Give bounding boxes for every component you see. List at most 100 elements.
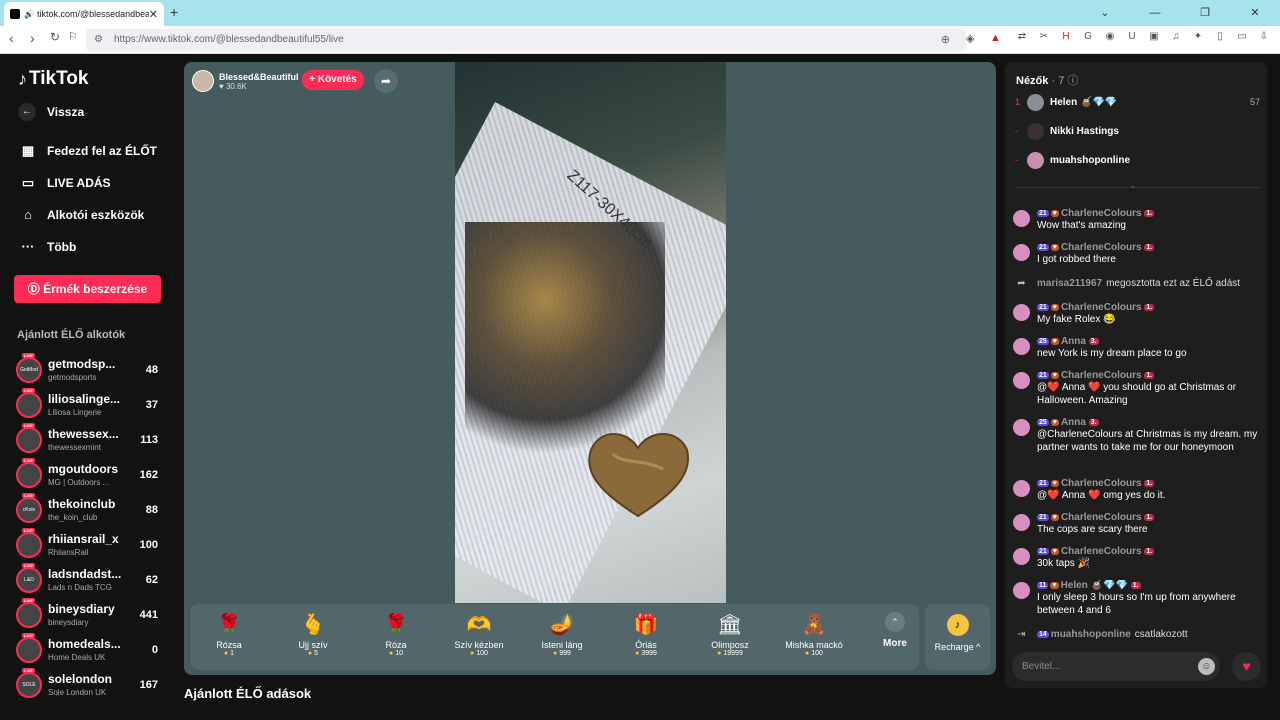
back-icon[interactable]: ‹ xyxy=(9,30,14,46)
chat-message[interactable]: 21 ♥ CharleneColours 1. 30k taps 🎉 xyxy=(1013,546,1261,570)
speaker-icon[interactable]: 🔊 xyxy=(24,10,34,19)
host-avatar[interactable] xyxy=(192,70,214,92)
forward-icon[interactable]: › xyxy=(30,30,35,46)
ext-u-icon[interactable]: U xyxy=(1125,31,1139,42)
nav-explore-live[interactable]: ▦ Fedezd fel az ÉLŐT xyxy=(18,143,157,159)
creator-name: solelondon xyxy=(48,672,112,686)
creator-subtitle: MG | Outdoors ... xyxy=(48,478,110,487)
recommended-creator[interactable]: LIVE homedeals... Home Deals UK 0 xyxy=(16,633,161,667)
level-badge: 21 xyxy=(1037,548,1049,555)
address-bar[interactable]: ⚙ https://www.tiktok.com/@blessedandbeau… xyxy=(86,29,966,51)
browser-tab[interactable]: 🔊 tiktok.com/@blessedandbea ✕ xyxy=(4,2,164,26)
gift-item[interactable]: 🫶 Szív kézben100 xyxy=(441,610,517,666)
creator-name: getmodsp... xyxy=(48,357,116,371)
viewer-row[interactable]: - muahshoponline xyxy=(1015,150,1260,170)
warning-extension-icon[interactable]: ▲ xyxy=(990,32,1001,44)
chat-message-header: 25 ♥ Anna 3. xyxy=(1037,336,1261,347)
new-tab-button[interactable]: + xyxy=(170,4,178,20)
zoom-icon[interactable]: ⊕ xyxy=(941,29,950,51)
close-window-icon[interactable]: ✕ xyxy=(1230,0,1280,26)
gift-rank-badge: 1. xyxy=(1144,304,1155,311)
gift-item[interactable]: 🫰 Ujj szív5 xyxy=(275,610,351,666)
level-badge: 21 xyxy=(1037,244,1049,251)
reload-icon[interactable]: ↻ xyxy=(50,30,60,44)
recommended-creator[interactable]: LIVE thewessex... thewessexmint 113 xyxy=(16,423,161,457)
gift-item[interactable]: 🌹 Rózsa1 xyxy=(191,610,267,666)
chat-input[interactable]: Bevitel... ☺ xyxy=(1012,652,1220,681)
downloads-icon[interactable]: ⇩ xyxy=(1257,31,1271,42)
chat-message[interactable]: 21 ♥ CharleneColours 1. @❤️ Anna ❤️ omg yes… xyxy=(1013,478,1261,502)
fan-badge-icon: ♥ xyxy=(1050,244,1059,251)
fan-badge-icon: ♥ xyxy=(1050,582,1059,589)
expand-viewers-icon[interactable]: ⌄ xyxy=(1129,180,1137,191)
recommended-creator[interactable]: L&D LIVE ladsndadst... Lads n Dads TCG 62 xyxy=(16,563,161,597)
tools-extension-icon[interactable]: ✂ xyxy=(1037,31,1051,42)
chat-message[interactable]: 11 ♥ Helen 🧉💎💎 1. I only sleep 3 hours so I… xyxy=(1013,580,1261,617)
viewer-count: 48 xyxy=(145,364,158,376)
recharge-button[interactable]: ♪ Recharge ^ xyxy=(925,604,990,670)
chat-message[interactable]: 25 ♥ Anna 3. new York is my dream place to … xyxy=(1013,336,1261,360)
recommended-creator[interactable]: SOLE LIVE solelondon Sole London UK 167 xyxy=(16,668,161,702)
chevron-up-icon: ⌃ xyxy=(885,612,905,632)
recommended-creator[interactable]: cKoin LIVE thekoinclub the_koin_club 88 xyxy=(16,493,161,527)
gift-name: Róza xyxy=(385,640,407,650)
fan-badge-icon: ♥ xyxy=(1050,210,1059,217)
chat-message[interactable]: 21 ♥ CharleneColours 1. My fake Rolex 😂 xyxy=(1013,302,1261,326)
shield-extension-icon[interactable]: ◈ xyxy=(966,32,974,45)
chat-message[interactable]: 21 ♥ CharleneColours 1. I got robbed there xyxy=(1013,242,1261,266)
live-video[interactable]: Z117-30X40cm xyxy=(455,62,726,603)
hls-extension-icon[interactable]: H xyxy=(1059,31,1073,42)
gift-item[interactable]: 🏛 Olimposz19999 xyxy=(692,610,768,666)
ext-puzzle-icon[interactable]: ✦ xyxy=(1191,31,1205,42)
chat-message[interactable]: 25 ♥ Anna 3. @CharleneColours at Christmas … xyxy=(1013,417,1261,454)
site-info-icon[interactable]: ⚙ xyxy=(94,29,103,51)
tab-list-icon[interactable]: ⌄ xyxy=(1080,0,1130,26)
recommended-creator[interactable]: LIVE rhiiansrail_x RhiiansRail 100 xyxy=(16,528,161,562)
minimize-icon[interactable]: — xyxy=(1130,0,1180,26)
ext-music-icon[interactable]: ♫ xyxy=(1169,31,1183,42)
chat-message[interactable]: 21 ♥ CharleneColours 1. @❤️ Anna ❤️ you sho… xyxy=(1013,370,1261,407)
tiktok-logo[interactable]: ♪ TikTok xyxy=(18,68,88,90)
gift-item[interactable]: 🌹 Róza10 xyxy=(358,610,434,666)
nav-creator-tools[interactable]: ⌂ Alkotói eszközök xyxy=(18,207,144,222)
gift-rank-badge: 3. xyxy=(1088,338,1099,345)
back-link[interactable]: ← Vissza xyxy=(18,103,84,121)
gift-item[interactable]: 🎁 Óriás3999 xyxy=(608,610,684,666)
get-coins-button[interactable]: Ⓓ Érmék beszerzése xyxy=(14,275,161,303)
nav-live-stream[interactable]: ▭ LIVE ADÁS xyxy=(18,175,111,191)
emoji-icon[interactable]: ☺ xyxy=(1198,658,1215,675)
close-tab-icon[interactable]: ✕ xyxy=(149,8,158,21)
ext-g-icon[interactable]: G xyxy=(1081,31,1095,42)
gift-item[interactable]: 🧸 Mishka mackó100 xyxy=(776,610,852,666)
arrow-left-icon: ← xyxy=(18,103,36,121)
follow-button[interactable]: + Követés xyxy=(302,70,364,90)
recommended-live-title: Ajánlott ÉLŐ adások xyxy=(184,686,312,701)
recommended-creator[interactable]: GetMod LIVE getmodsp... getmodsports 48 xyxy=(16,353,161,387)
viewer-row[interactable]: 1 Helen 🧉💎💎 57 xyxy=(1015,92,1260,112)
recommended-creator[interactable]: LIVE mgoutdoors MG | Outdoors ... 162 xyxy=(16,458,161,492)
fan-badge-icon: ♥ xyxy=(1050,514,1059,521)
ext-photo-icon[interactable]: ▣ xyxy=(1147,31,1161,42)
sidebar-toggle-icon[interactable]: ▯ xyxy=(1213,31,1227,42)
restore-icon[interactable]: ❐ xyxy=(1180,0,1230,26)
ext-color-icon[interactable]: ◉ xyxy=(1103,31,1117,42)
share-icon[interactable]: ➦ xyxy=(374,69,398,93)
host-info[interactable]: Blessed&Beautiful ♥ 30.6K xyxy=(192,68,299,94)
wallet-icon[interactable]: ▭ xyxy=(1235,31,1249,42)
chat-message[interactable]: 21 ♥ CharleneColours 1. The cops are scary … xyxy=(1013,512,1261,536)
bookmark-icon[interactable]: ⚐ xyxy=(68,30,78,43)
more-gifts-button[interactable]: ⌃ More xyxy=(876,610,914,649)
nav-more[interactable]: ··· Több xyxy=(18,239,77,254)
live-player[interactable]: Z117-30X40cm Blessed&Beautiful ♥ 30.6K +… xyxy=(184,62,996,675)
viewer-row[interactable]: - Nikki Hastings xyxy=(1015,121,1260,141)
chat-message[interactable]: 21 ♥ CharleneColours 1. Wow that's amazing xyxy=(1013,208,1261,232)
live-badge: LIVE xyxy=(22,353,35,358)
translate-extension-icon[interactable]: ⇄ xyxy=(1015,31,1029,42)
gift-item[interactable]: 🪔 Isteni láng999 xyxy=(524,610,600,666)
creator-subtitle: bineysdiary xyxy=(48,618,89,627)
like-heart-button[interactable]: ♥ xyxy=(1232,652,1261,681)
info-icon[interactable]: ⓘ xyxy=(1067,75,1078,87)
chat-message-header: 21 ♥ CharleneColours 1. xyxy=(1037,370,1261,381)
recommended-creator[interactable]: LIVE liliosalinge... Liliosa Lingerie 37 xyxy=(16,388,161,422)
recommended-creator[interactable]: LIVE bineysdiary bineysdiary 441 xyxy=(16,598,161,632)
